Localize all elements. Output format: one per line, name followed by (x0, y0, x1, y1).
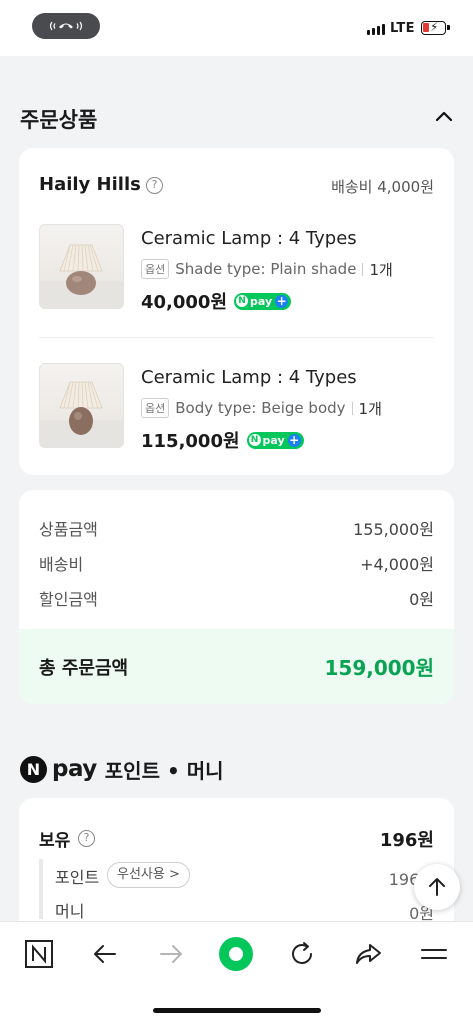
scroll-to-top-button[interactable] (414, 864, 460, 910)
battery-charging-icon: ⚡ (421, 20, 450, 35)
signal-strength-icon (367, 24, 385, 35)
back-button[interactable] (85, 934, 125, 974)
lamp-image (40, 244, 123, 308)
store-row: Haily Hills ? 배송비 4,000원 (39, 174, 434, 198)
product-name[interactable]: Ceramic Lamp : 4 Types (141, 367, 357, 388)
product-price-row: 115,000원 N pay + (141, 427, 304, 453)
product-name[interactable]: Ceramic Lamp : 4 Types (141, 228, 357, 249)
product-option-row: 옵션 Body type: Beige body 1개 (141, 398, 382, 418)
status-bar: LTE ⚡ (0, 0, 473, 56)
points-row: 포인트 우선사용 > 196원 (55, 862, 434, 890)
product-item[interactable]: Ceramic Lamp : 4 Types 옵션 Body type: Bei… (39, 363, 434, 473)
plus-icon: + (275, 293, 289, 308)
product-quantity: 1개 (369, 260, 393, 279)
option-separator (351, 401, 353, 415)
share-button[interactable] (348, 934, 388, 974)
product-quantity: 1개 (358, 399, 382, 418)
menu-button[interactable] (414, 934, 454, 974)
forward-button[interactable] (151, 934, 191, 974)
refresh-button[interactable] (282, 934, 322, 974)
order-total-box: 총 주문금액 159,000원 (19, 629, 454, 704)
help-icon[interactable]: ? (146, 177, 163, 194)
balance-value: 196원 (379, 830, 434, 851)
product-divider (39, 337, 434, 338)
naver-n-icon (25, 940, 53, 968)
balance-label: 보유 (39, 831, 71, 851)
summary-row-shipping: 배송비 +4,000원 (39, 551, 434, 574)
order-summary-card: 상품금액 155,000원 배송비 +4,000원 할인금액 0원 총 주문금액… (19, 490, 454, 704)
plus-icon: + (287, 432, 301, 447)
collapse-button[interactable] (431, 104, 457, 130)
product-option: Body type: Beige body (175, 399, 346, 417)
home-indicator[interactable] (153, 1008, 321, 1013)
order-section-header[interactable]: 주문상품 (0, 92, 473, 144)
hamburger-menu-icon (421, 949, 447, 959)
store-shipping-fee: 배송비 4,000원 (331, 178, 434, 196)
product-item[interactable]: Ceramic Lamp : 4 Types 옵션 Shade type: Pl… (39, 224, 434, 334)
product-price: 40,000원 (141, 292, 228, 313)
product-thumbnail[interactable] (39, 363, 124, 448)
product-price: 115,000원 (141, 431, 240, 452)
summary-value: 155,000원 (353, 520, 434, 539)
use-points-first-button[interactable]: 우선사용 > (107, 862, 190, 888)
order-section-title: 주문상품 (20, 108, 98, 132)
product-thumbnail[interactable] (39, 224, 124, 309)
summary-label: 할인금액 (39, 590, 98, 609)
arrow-right-icon (160, 945, 182, 963)
summary-value: +4,000원 (360, 555, 434, 574)
summary-value: 0원 (409, 590, 434, 609)
browser-bottom-bar (0, 921, 473, 1024)
money-label: 머니 (55, 902, 85, 921)
option-badge: 옵션 (141, 398, 170, 418)
summary-label: 배송비 (39, 555, 84, 574)
npay-n-icon: N (248, 434, 261, 446)
npay-logo-text: pay (52, 756, 97, 782)
option-separator (362, 262, 364, 276)
npay-badge-label: pay (262, 433, 285, 447)
npay-plus-badge: N pay + (246, 431, 304, 449)
naver-home-button[interactable] (19, 934, 59, 974)
summary-label: 상품금액 (39, 520, 98, 539)
share-icon (356, 944, 381, 964)
lamp-image (40, 381, 123, 447)
product-option: Shade type: Plain shade (175, 260, 357, 278)
option-badge: 옵션 (141, 259, 170, 279)
balance-sub-line (39, 859, 43, 919)
npay-logo-icon: N (20, 755, 47, 783)
order-total-label: 총 주문금액 (39, 658, 129, 679)
refresh-icon (292, 942, 312, 964)
green-dot-button[interactable] (216, 934, 256, 974)
order-total-value: 159,000원 (324, 656, 435, 680)
product-price-row: 40,000원 N pay + (141, 288, 292, 314)
green-dot-icon (219, 937, 253, 971)
npay-n-icon: N (236, 295, 249, 307)
npay-points-header: N pay 포인트 • 머니 (20, 754, 224, 784)
summary-row-product-amount: 상품금액 155,000원 (39, 516, 434, 539)
network-type: LTE (390, 21, 415, 36)
npay-plus-badge: N pay + (234, 292, 292, 310)
npay-badge-label: pay (250, 294, 273, 308)
arrow-left-icon (94, 945, 116, 963)
product-option-row: 옵션 Shade type: Plain shade 1개 (141, 259, 393, 279)
points-label: 포인트 (55, 868, 100, 887)
store-name[interactable]: Haily Hills (39, 174, 141, 195)
active-call-pill[interactable] (32, 13, 100, 39)
balance-row: 보유 ? 196원 (39, 826, 434, 851)
phone-icon (49, 21, 83, 31)
order-products-card: Haily Hills ? 배송비 4,000원 Ceramic Lamp : … (19, 148, 454, 475)
chevron-up-icon (435, 111, 453, 122)
summary-row-discount: 할인금액 0원 (39, 586, 434, 609)
help-icon[interactable]: ? (78, 830, 95, 847)
npay-points-title: 포인트 • 머니 (104, 758, 224, 783)
arrow-up-icon (429, 878, 445, 896)
